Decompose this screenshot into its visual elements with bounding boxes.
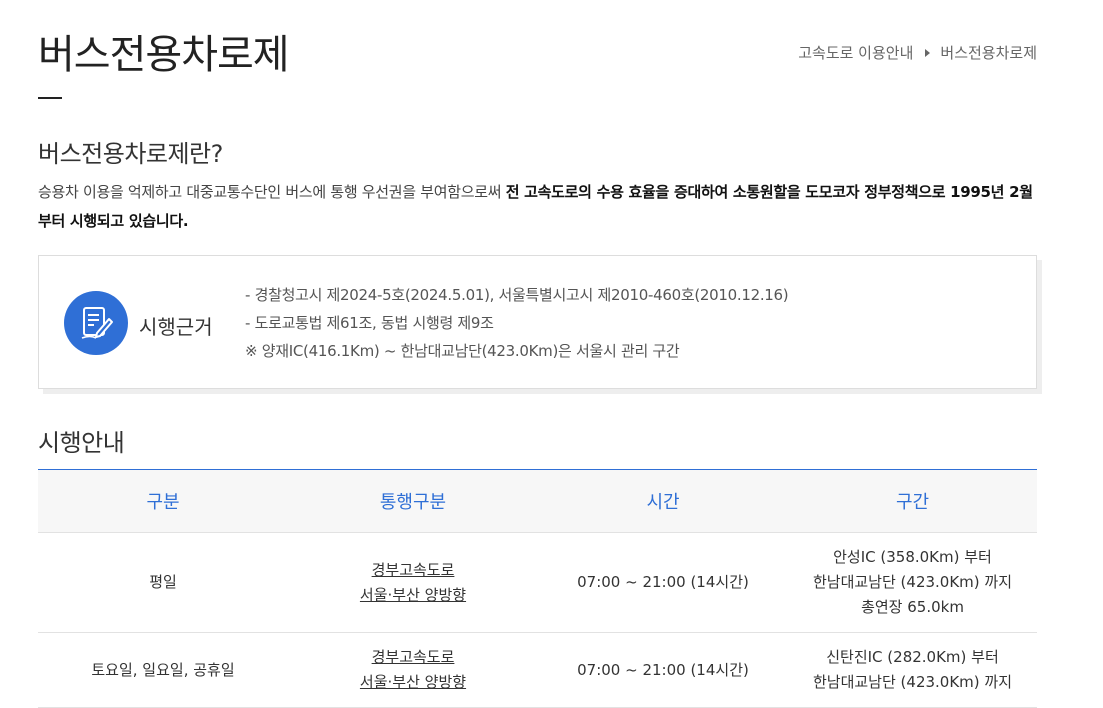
column-header-category: 구분 [38,469,288,533]
cell-route: 경부고속도로 서울·부산 양방향 [288,532,538,633]
basis-lines: - 경찰청고시 제2024-5호(2024.5.01), 서울특별시고시 제20… [245,281,789,365]
caret-right-icon [925,48,931,57]
table-row: 토요일, 일요일, 공휴일 경부고속도로 서울·부산 양방향 07:00 ~ 2… [38,632,1037,708]
breadcrumb: 고속도로 이용안내 버스전용차로제 [798,42,1037,63]
route-link[interactable]: 경부고속도로 [288,558,538,583]
cell-time: 07:00 ~ 21:00 (14시간) [538,532,788,633]
guide-heading: 시행안내 [38,429,125,457]
cell-category: 평일 [38,532,288,633]
route-link[interactable]: 경부고속도로 [288,645,538,670]
route-link[interactable]: 서울·부산 양방향 [288,583,538,608]
basis-label: 시행근거 [139,315,213,339]
cell-category: 토요일, 일요일, 공휴일 [38,632,288,708]
breadcrumb-parent-link[interactable]: 고속도로 이용안내 [798,42,913,63]
section-line: 신탄진IC (282.0Km) 부터 [826,648,999,666]
section-line: 한남대교남단 (423.0Km) 까지 [812,573,1013,591]
basis-line: - 경찰청고시 제2024-5호(2024.5.01), 서울특별시고시 제20… [245,286,789,304]
section-line: 총연장 65.0km [861,598,964,616]
page-title: 버스전용차로제 [38,32,290,78]
title-underline [38,97,62,99]
section-line: 안성IC (358.0Km) 부터 [833,548,992,566]
intro-text-plain: 승용차 이용을 억제하고 대중교통수단인 버스에 통행 우선권을 부여함으로써 [38,183,506,201]
guide-table: 구분 통행구분 시간 구간 평일 경부고속도로 서울·부산 양방향 07:00 … [38,469,1037,708]
basis-box: 시행근거 - 경찰청고시 제2024-5호(2024.5.01), 서울특별시고… [38,255,1037,389]
intro-heading: 버스전용차로제란? [38,140,223,168]
document-pen-icon [64,291,128,355]
section-line: 한남대교남단 (423.0Km) 까지 [812,673,1013,691]
basis-line: ※ 양재IC(416.1Km) ~ 한남대교남단(423.0Km)은 서울시 관… [245,342,680,360]
basis-line: - 도로교통법 제61조, 동법 시행령 제9조 [245,314,494,332]
breadcrumb-current: 버스전용차로제 [940,44,1037,62]
document-pen-icon-graphic [81,307,113,339]
column-header-section: 구간 [788,469,1037,533]
cell-route: 경부고속도로 서울·부산 양방향 [288,632,538,708]
column-header-time: 시간 [538,469,788,533]
cell-section: 안성IC (358.0Km) 부터 한남대교남단 (423.0Km) 까지 총연… [788,532,1037,633]
cell-time: 07:00 ~ 21:00 (14시간) [538,632,788,708]
table-row: 평일 경부고속도로 서울·부산 양방향 07:00 ~ 21:00 (14시간)… [38,532,1037,633]
table-header-row: 구분 통행구분 시간 구간 [38,469,1037,533]
cell-section: 신탄진IC (282.0Km) 부터 한남대교남단 (423.0Km) 까지 [788,632,1037,708]
intro-text: 승용차 이용을 억제하고 대중교통수단인 버스에 통행 우선권을 부여함으로써 … [38,178,1037,236]
route-link[interactable]: 서울·부산 양방향 [288,670,538,695]
column-header-route: 통행구분 [288,469,538,533]
